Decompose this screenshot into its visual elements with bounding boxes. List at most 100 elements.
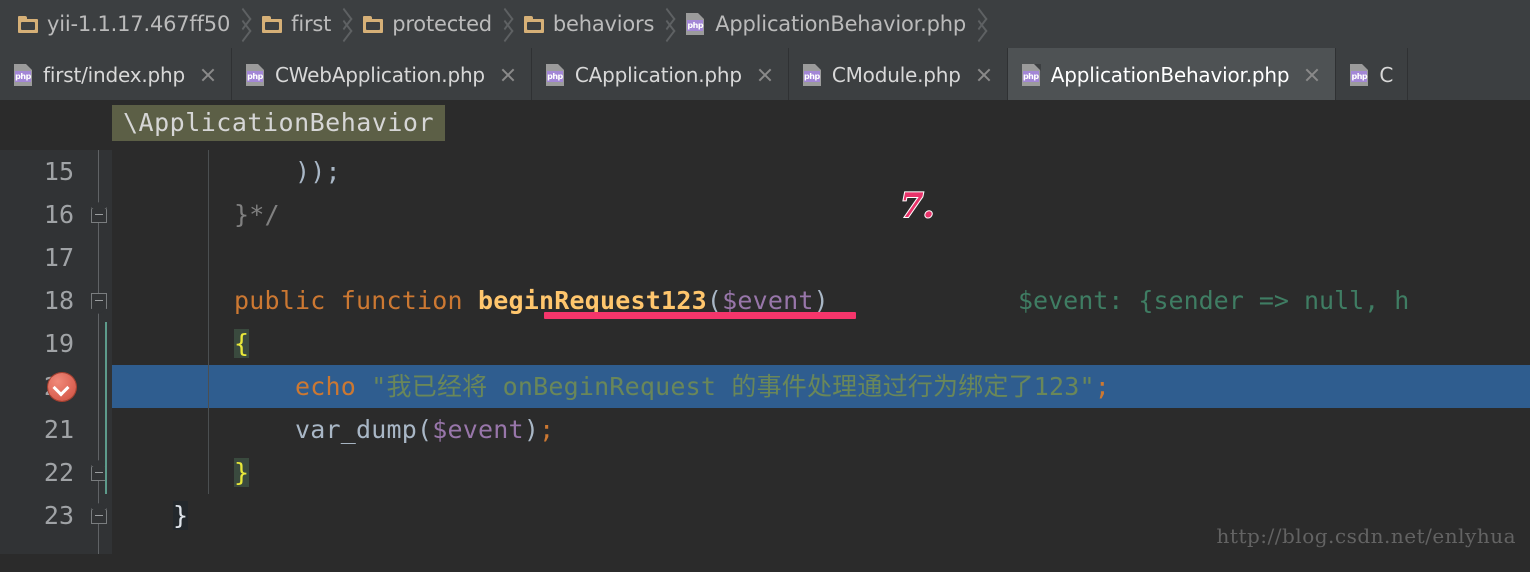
code-content[interactable]: )); }*/ public function beginRequest123(… bbox=[105, 150, 1530, 554]
code-line-15[interactable]: )); bbox=[112, 150, 341, 193]
breadcrumb-separator-icon bbox=[970, 0, 990, 48]
fold-marker-line-23[interactable] bbox=[91, 508, 107, 524]
tab-label: CApplication.php bbox=[574, 63, 742, 87]
code-line-20[interactable]: echo "我已经将 onBeginRequest 的事件处理通过行为绑定了12… bbox=[112, 365, 1110, 408]
annotation-underline bbox=[544, 312, 856, 319]
code-line-21[interactable]: var_dump($event); bbox=[112, 408, 554, 451]
breadcrumb-item-label: ApplicationBehavior.php bbox=[715, 12, 966, 36]
php-file-icon: php bbox=[1021, 64, 1042, 86]
breadcrumb-item-label: yii-1.1.17.467ff50 bbox=[47, 12, 231, 36]
close-icon[interactable] bbox=[1303, 66, 1321, 84]
breadcrumb-item-label: behaviors bbox=[552, 12, 655, 36]
code-line-16[interactable]: }*/ bbox=[112, 193, 280, 236]
sticky-class-header: \ApplicationBehavior bbox=[0, 102, 1530, 150]
tab-label: CModule.php bbox=[831, 63, 961, 87]
tab-applicationbehavior-php[interactable]: php ApplicationBehavior.php bbox=[1007, 48, 1337, 102]
breadcrumb: yii-1.1.17.467ff50 first protected behav… bbox=[0, 0, 1530, 48]
breadcrumb-item-label: first bbox=[291, 12, 332, 36]
php-badge-label: php bbox=[1351, 71, 1368, 82]
code-token-semicolon: ; bbox=[539, 415, 555, 444]
code-token-method-name: beginRequest123 bbox=[478, 286, 707, 315]
php-file-icon: php bbox=[14, 64, 34, 86]
breadcrumb-item-label: protected bbox=[392, 12, 492, 36]
inline-debugger-hint: $event: {sender => null, h bbox=[1018, 286, 1410, 315]
tab-label: CWebApplication.php bbox=[274, 63, 485, 87]
code-token-string: "我已经将 onBeginRequest 的事件处理通过行为绑定了123" bbox=[371, 372, 1095, 401]
php-badge-label: php bbox=[15, 71, 31, 82]
close-icon[interactable] bbox=[756, 66, 774, 84]
tab-partial-next[interactable]: php C bbox=[1336, 48, 1409, 102]
line-number: 23 bbox=[43, 501, 74, 530]
fold-marker-line-16[interactable] bbox=[91, 207, 107, 223]
code-token-variable: $event bbox=[432, 415, 524, 444]
tab-label: ApplicationBehavior.php bbox=[1050, 63, 1290, 87]
close-icon[interactable] bbox=[199, 66, 217, 84]
code-token-echo: echo bbox=[295, 372, 357, 401]
breadcrumb-item-2[interactable]: protected bbox=[355, 0, 496, 48]
fold-marker-line-18[interactable] bbox=[91, 293, 107, 309]
editor-gutter[interactable]: 15 16 17 18 19 20 21 22 23 bbox=[0, 150, 86, 554]
code-token-brace-open: { bbox=[234, 329, 250, 358]
breadcrumb-separator-icon bbox=[234, 0, 254, 48]
code-token-function-call: var_dump bbox=[295, 415, 418, 444]
watermark: http://blog.csdn.net/enlyhua bbox=[1216, 524, 1516, 548]
tab-cwebapplication-php[interactable]: php CWebApplication.php bbox=[231, 48, 532, 102]
tab-first-index-php[interactable]: php first/index.php bbox=[0, 48, 232, 102]
code-token-paren-close: ) bbox=[813, 286, 829, 315]
code-line-23[interactable]: } bbox=[112, 494, 189, 537]
close-icon[interactable] bbox=[975, 66, 993, 84]
tab-capplication-php[interactable]: php CApplication.php bbox=[531, 48, 789, 102]
breadcrumb-separator-icon bbox=[496, 0, 516, 48]
method-bracket-indicator bbox=[105, 322, 107, 494]
php-file-icon: php bbox=[1350, 64, 1370, 86]
code-token-paren-close: ) bbox=[523, 415, 540, 444]
breadcrumb-separator-icon bbox=[658, 0, 678, 48]
tab-label: C bbox=[1379, 63, 1394, 87]
php-badge-label: php bbox=[1022, 71, 1039, 82]
code-token-paren-open: ( bbox=[706, 286, 723, 315]
php-badge-label: php bbox=[546, 71, 563, 82]
line-number: 15 bbox=[43, 157, 74, 186]
php-file-icon: php bbox=[245, 64, 266, 86]
php-badge-label: php bbox=[687, 20, 704, 31]
php-file-icon: php bbox=[545, 64, 566, 86]
line-number: 22 bbox=[43, 458, 74, 487]
tab-label: first/index.php bbox=[43, 63, 185, 87]
php-file-icon: php bbox=[686, 13, 706, 35]
editor-folding-column[interactable] bbox=[86, 150, 112, 554]
breakpoint-verified-icon[interactable] bbox=[48, 373, 76, 401]
code-line-19[interactable]: { bbox=[112, 322, 250, 365]
line-number: 17 bbox=[43, 243, 74, 272]
code-token: }*/ bbox=[112, 200, 280, 229]
code-token-semicolon: ; bbox=[1094, 372, 1111, 401]
tab-cmodule-php[interactable]: php CModule.php bbox=[788, 48, 1008, 102]
close-icon[interactable] bbox=[499, 66, 517, 84]
code-token: )); bbox=[112, 157, 341, 186]
code-token-brace-close: } bbox=[173, 501, 189, 530]
editor-tab-bar: php first/index.php php CWebApplication.… bbox=[0, 48, 1530, 102]
breadcrumb-item-3[interactable]: behaviors bbox=[516, 0, 658, 48]
line-number: 21 bbox=[43, 415, 74, 444]
folder-icon bbox=[18, 15, 38, 33]
breadcrumb-item-0[interactable]: yii-1.1.17.467ff50 bbox=[10, 0, 234, 48]
php-file-icon: php bbox=[802, 64, 823, 86]
php-badge-label: php bbox=[246, 71, 263, 82]
code-editor[interactable]: 15 16 17 18 19 20 21 22 23 )); bbox=[0, 150, 1530, 554]
breadcrumb-item-1[interactable]: first bbox=[254, 0, 335, 48]
folder-icon bbox=[262, 15, 283, 33]
code-token-brace-close: } bbox=[234, 458, 250, 487]
line-number: 18 bbox=[43, 286, 74, 315]
folder-icon bbox=[523, 15, 544, 33]
code-line-22[interactable]: } bbox=[112, 451, 250, 494]
php-badge-label: php bbox=[803, 71, 820, 82]
folder-icon bbox=[363, 15, 384, 33]
sticky-class-label[interactable]: \ApplicationBehavior bbox=[112, 105, 446, 141]
breadcrumb-item-4[interactable]: php ApplicationBehavior.php bbox=[678, 0, 970, 48]
